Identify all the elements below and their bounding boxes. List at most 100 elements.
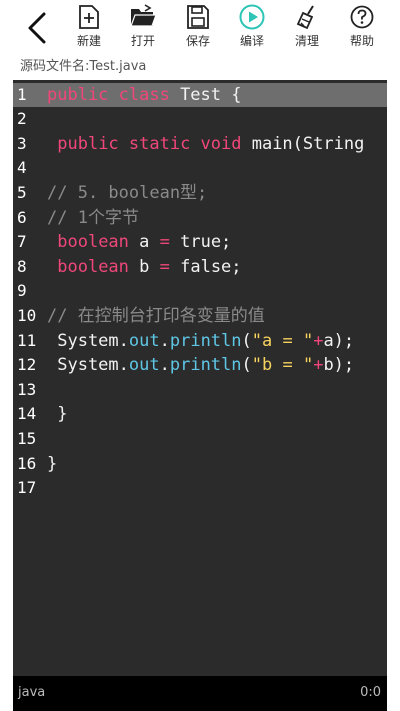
code-line[interactable]: 7 boolean a = true; bbox=[13, 230, 387, 255]
broom-icon bbox=[296, 5, 314, 30]
code-text: // 5. boolean型; bbox=[47, 181, 207, 206]
help-button-label: 帮助 bbox=[349, 34, 374, 48]
open-button[interactable]: 打开 bbox=[115, 4, 171, 54]
line-number: 11 bbox=[17, 330, 37, 350]
code-token: // 在控制台打印各变量的值 bbox=[47, 305, 265, 326]
save-icon bbox=[187, 5, 209, 29]
code-text: public class Test { bbox=[47, 83, 241, 108]
code-text: } bbox=[47, 452, 57, 477]
line-number: 2 bbox=[17, 109, 27, 129]
line-number: 1 bbox=[17, 84, 27, 104]
code-line[interactable]: 12 System.out.println("b = "+b); bbox=[13, 353, 387, 378]
new-file-icon bbox=[79, 5, 99, 29]
code-text: // 1个字节 bbox=[47, 206, 139, 231]
code-text: System.out.println("a = "+a); bbox=[47, 329, 354, 354]
help-icon bbox=[350, 5, 374, 29]
code-line[interactable]: 10 // 在控制台打印各变量的值 bbox=[13, 304, 387, 329]
code-line[interactable]: 1 public class Test { bbox=[13, 82, 387, 108]
code-line[interactable]: 3 public static void main(String bbox=[13, 132, 387, 157]
code-token: public static void bbox=[57, 133, 242, 154]
filename-value: Test.java bbox=[89, 59, 147, 74]
help-button[interactable]: 帮助 bbox=[334, 4, 390, 54]
line-number: 12 bbox=[17, 355, 37, 375]
code-token: b bbox=[128, 256, 160, 277]
code-token: println bbox=[169, 330, 242, 351]
line-number: 13 bbox=[17, 379, 37, 399]
status-bar: java 0:0 bbox=[13, 676, 387, 711]
new-button[interactable]: 新建 bbox=[61, 4, 117, 54]
code-line[interactable]: 8 boolean b = false; bbox=[13, 255, 387, 280]
code-token: false; bbox=[169, 256, 242, 277]
code-token: public class bbox=[47, 84, 170, 105]
code-token: a); bbox=[323, 330, 355, 351]
code-token: Test { bbox=[169, 84, 242, 105]
code-token: out bbox=[128, 330, 160, 351]
code-editor[interactable]: 1 public class Test { 2 3 public static voi… bbox=[13, 80, 387, 676]
code-text: // 在控制台打印各变量的值 bbox=[47, 304, 265, 329]
line-number: 5 bbox=[17, 182, 27, 202]
code-text: boolean b = false; bbox=[47, 255, 242, 280]
clean-button[interactable]: 清理 bbox=[279, 4, 335, 54]
compile-button[interactable]: 编译 bbox=[224, 4, 280, 54]
code-token: System. bbox=[47, 355, 129, 376]
code-token: + bbox=[313, 355, 324, 376]
code-token: // 5. boolean型; bbox=[47, 182, 208, 203]
save-button[interactable]: 保存 bbox=[170, 4, 226, 54]
code-line[interactable]: 13 bbox=[13, 378, 387, 403]
code-line[interactable]: 9 bbox=[13, 279, 387, 304]
line-number: 4 bbox=[17, 158, 27, 178]
code-token: ( bbox=[241, 330, 252, 351]
code-token: boolean bbox=[57, 256, 129, 277]
open-folder-icon bbox=[130, 4, 157, 27]
line-number: 17 bbox=[17, 478, 37, 498]
code-token: println bbox=[169, 355, 242, 376]
new-button-label: 新建 bbox=[76, 34, 101, 48]
code-token: + bbox=[313, 330, 324, 351]
code-line[interactable]: 4 bbox=[13, 156, 387, 181]
line-number: 9 bbox=[17, 281, 27, 301]
filename-label: 源码文件名: bbox=[20, 59, 90, 74]
toolbar: 新建 打开 保存 编译 清理 帮助 bbox=[0, 0, 400, 56]
code-token: "b = " bbox=[251, 355, 314, 376]
code-line[interactable]: 15 bbox=[13, 427, 387, 452]
line-number: 7 bbox=[17, 232, 27, 252]
code-token: // 1个字节 bbox=[47, 207, 139, 228]
save-button-label: 保存 bbox=[185, 34, 210, 48]
status-language: java bbox=[18, 685, 46, 700]
code-text: } bbox=[47, 402, 67, 427]
clean-button-label: 清理 bbox=[294, 34, 319, 48]
line-number: 6 bbox=[17, 207, 27, 227]
filename-bar: 源码文件名:Test.java bbox=[20, 57, 146, 77]
code-token: a bbox=[128, 232, 160, 253]
line-number: 15 bbox=[17, 428, 37, 448]
line-number: 3 bbox=[17, 133, 27, 153]
play-icon bbox=[239, 4, 265, 30]
code-token: = bbox=[159, 232, 170, 253]
code-token: "a = " bbox=[251, 330, 314, 351]
code-token: } bbox=[47, 453, 58, 474]
code-line[interactable]: 17 bbox=[13, 476, 387, 501]
compile-button-label: 编译 bbox=[239, 34, 264, 48]
code-token: b); bbox=[323, 355, 355, 376]
code-line[interactable]: 2 bbox=[13, 107, 387, 132]
code-token: true; bbox=[169, 232, 232, 253]
code-line[interactable]: 6 // 1个字节 bbox=[13, 206, 387, 231]
code-line[interactable]: 11 System.out.println("a = "+a); bbox=[13, 329, 387, 354]
back-button[interactable] bbox=[22, 10, 52, 46]
code-text: boolean a = true; bbox=[47, 230, 231, 255]
code-token: ( bbox=[241, 355, 252, 376]
line-number: 8 bbox=[17, 256, 27, 276]
code-line[interactable]: 16} bbox=[13, 452, 387, 477]
code-text: System.out.println("b = "+b); bbox=[47, 353, 354, 378]
code-token: . bbox=[159, 355, 170, 376]
code-line[interactable]: 14 } bbox=[13, 402, 387, 427]
code-line[interactable]: 5 // 5. boolean型; bbox=[13, 181, 387, 206]
back-arrow-icon bbox=[28, 12, 46, 44]
code-token: main(String bbox=[241, 133, 365, 154]
code-token: = bbox=[159, 256, 170, 277]
line-number: 14 bbox=[17, 404, 37, 424]
code-token: . bbox=[159, 330, 170, 351]
